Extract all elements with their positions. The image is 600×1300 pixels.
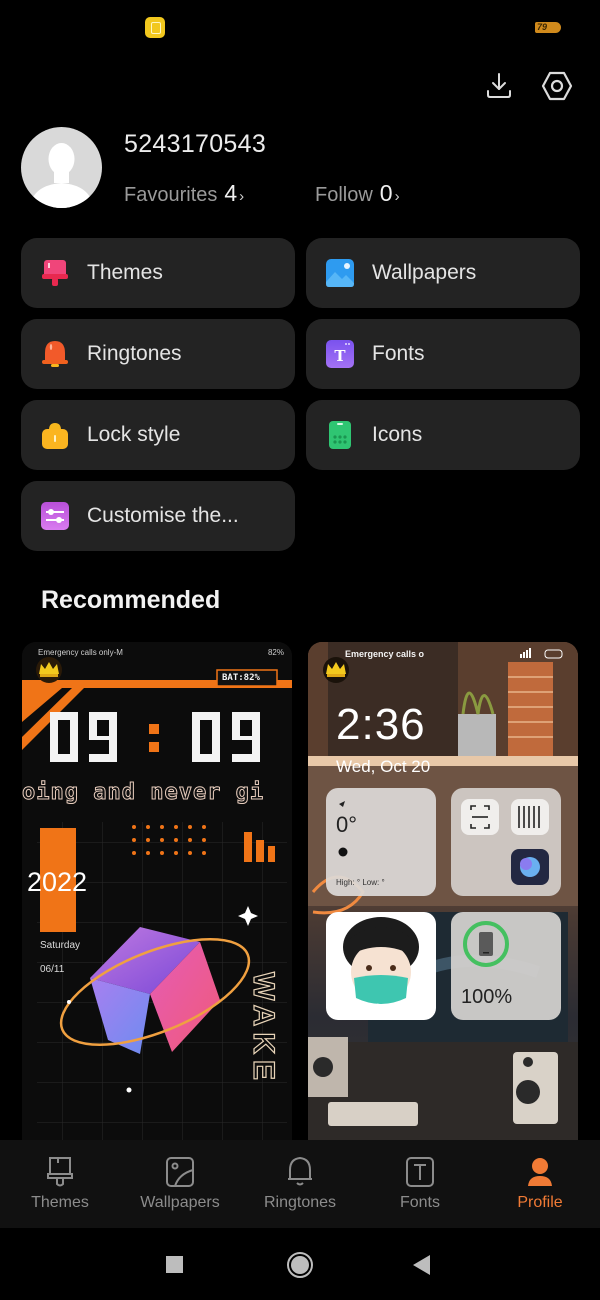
system-nav-bar (0, 1228, 600, 1300)
square-icon (166, 1256, 183, 1273)
date-text: 06/11 (40, 964, 65, 975)
settings-hexagon-icon (541, 71, 573, 101)
bell-outline-icon (288, 1156, 312, 1186)
tile-label: Fonts (372, 342, 425, 365)
tile-label: Lock style (87, 423, 181, 446)
header-actions (482, 68, 574, 104)
tile-label: Icons (372, 423, 423, 446)
nav-label: Fonts (399, 1194, 440, 1211)
tile-label: Themes (87, 261, 163, 284)
sliders-icon (40, 501, 70, 531)
card-status-text: Emergency calls only-M (38, 648, 123, 657)
tile-wallpapers[interactable]: Wallpapers (306, 238, 580, 308)
feature-grid: Themes Wallpapers Ringtones T Fonts Lock… (21, 238, 580, 551)
battery-indicator: 79 (535, 22, 561, 33)
paint-brush-icon (40, 258, 70, 288)
image-outline-icon (166, 1157, 194, 1187)
bat-badge: BAT:82% (222, 673, 260, 683)
chevron-right-icon: › (394, 188, 400, 205)
svg-text:T: T (334, 347, 346, 365)
weather-temp: 0° (336, 812, 358, 837)
battery-widget-text: 100% (461, 986, 513, 1008)
clock-text: 2:36 (336, 700, 426, 749)
favourites-label: Favourites (124, 184, 218, 206)
avatar-caption: Bang's Jay (356, 1002, 400, 1012)
date-text: Wed, Oct 20 (336, 757, 431, 776)
font-icon: T (325, 339, 355, 369)
year-text: 2022 (27, 867, 88, 897)
nav-label: Themes (31, 1194, 89, 1211)
paint-brush-outline-icon (47, 1157, 73, 1187)
tile-label: Wallpapers (372, 261, 477, 284)
triangle-back-icon (413, 1255, 430, 1275)
app-grid-icon (325, 420, 355, 450)
card-status-battery: 82% (267, 648, 284, 657)
clipboard-icon (145, 17, 165, 38)
tile-fonts[interactable]: T Fonts (306, 319, 580, 389)
tile-themes[interactable]: Themes (21, 238, 295, 308)
lock-icon (40, 420, 70, 450)
bell-icon (40, 339, 70, 369)
person-icon (528, 1158, 552, 1186)
nav-label: Ringtones (263, 1194, 337, 1211)
nav-label: Wallpapers (140, 1194, 220, 1211)
tile-label: Ringtones (87, 342, 182, 365)
chevron-right-icon: › (239, 188, 245, 205)
circle-icon (287, 1252, 313, 1278)
section-title-recommended: Recommended (41, 586, 221, 614)
nav-label: Profile (517, 1194, 563, 1211)
weather-range: High: ° Low: ° (336, 878, 385, 887)
avatar[interactable] (21, 127, 102, 208)
tile-customise[interactable]: Customise the... (21, 481, 295, 551)
marquee-text: oing and never gi (22, 780, 265, 805)
download-icon (487, 73, 511, 98)
bottom-nav: Themes Wallpapers Ringtones Fonts Profil… (0, 1140, 600, 1228)
day-text: Saturday (40, 940, 81, 951)
nav-wallpapers[interactable]: Wallpapers (120, 1140, 240, 1228)
tile-lock-style[interactable]: Lock style (21, 400, 295, 470)
status-bar: 79 (0, 0, 600, 56)
follow-link[interactable]: Follow 0 › (315, 180, 400, 207)
card-status-text: Emergency calls o (345, 649, 425, 659)
tile-icons[interactable]: Icons (306, 400, 580, 470)
favourites-count: 4 (224, 180, 238, 206)
font-outline-icon (406, 1157, 434, 1187)
nav-profile[interactable]: Profile (480, 1140, 600, 1228)
back-button[interactable] (413, 1255, 431, 1280)
download-button[interactable] (482, 68, 516, 104)
nav-themes[interactable]: Themes (0, 1140, 120, 1228)
username: 5243170543 (124, 130, 267, 158)
recents-button[interactable] (166, 1256, 184, 1279)
favourites-link[interactable]: Favourites 4 › (124, 180, 244, 207)
follow-count: 0 (379, 180, 393, 206)
follow-label: Follow (315, 184, 373, 206)
nav-fonts[interactable]: Fonts (360, 1140, 480, 1228)
theme-card[interactable]: Emergency calls o 2:36 Wed, Oct 20 0° Hi… (308, 642, 578, 1142)
vertical-text: WAKE (246, 971, 280, 1086)
theme-card[interactable]: Emergency calls only-M 82% BAT:82% oing … (22, 642, 292, 1142)
settings-button[interactable] (540, 68, 574, 104)
home-button[interactable] (286, 1251, 314, 1284)
tile-ringtones[interactable]: Ringtones (21, 319, 295, 389)
tile-label: Customise the... (87, 504, 239, 527)
nav-ringtones[interactable]: Ringtones (240, 1140, 360, 1228)
person-silhouette-icon (29, 143, 94, 208)
image-icon (325, 258, 355, 288)
